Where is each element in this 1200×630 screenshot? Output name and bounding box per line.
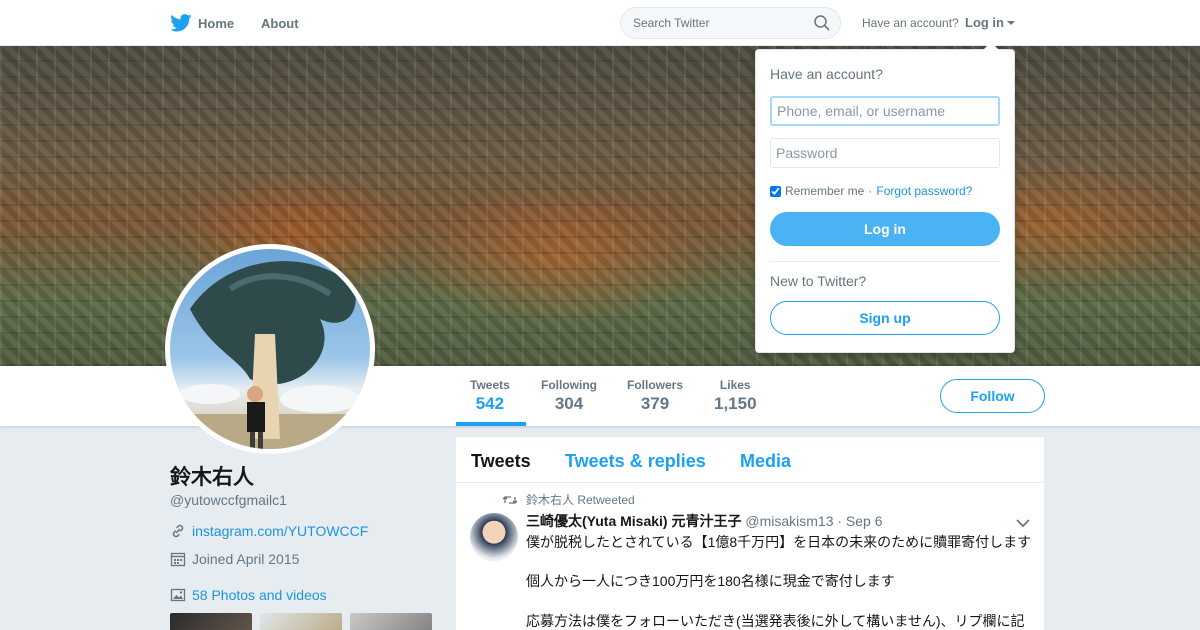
profile-joined-row: Joined April 2015 (170, 551, 299, 567)
username-input[interactable] (770, 96, 1000, 126)
remember-me-row: Remember me · Forgot password? (770, 184, 972, 198)
remember-me-label[interactable]: Remember me (785, 184, 864, 198)
media-thumbnail[interactable] (170, 613, 252, 630)
stat-label: Tweets (470, 378, 510, 392)
timeline: Tweets Tweets & replies Media 鈴木右人 Retwe… (456, 437, 1044, 630)
tweet-text-line: 応募方法は僕をフォローいただき(当選発表後に外して構いません)、リプ欄に記 (526, 613, 1025, 629)
tweet-text-line: 個人から一人につき100万円を180名様に現金で寄付します (526, 573, 895, 589)
stat-following[interactable]: Following 304 (541, 378, 597, 414)
media-thumbnail[interactable] (260, 613, 342, 630)
search-box (620, 7, 841, 39)
twitter-bird-icon (170, 14, 192, 32)
have-account-text: Have an account? (862, 16, 959, 30)
tab-tweets-replies[interactable]: Tweets & replies (565, 451, 706, 472)
password-input[interactable] (770, 138, 1000, 168)
tweet-author-avatar[interactable] (470, 513, 518, 561)
search-input[interactable] (621, 8, 811, 38)
login-dropdown: Have an account? Remember me · Forgot pa… (755, 42, 1015, 353)
stat-tweets[interactable]: Tweets 542 (470, 378, 510, 414)
nav-home-label: Home (198, 15, 235, 31)
retweet-context: 鈴木右人 Retweeted (502, 491, 635, 508)
link-icon (172, 524, 184, 538)
login-dropdown-toggle[interactable]: Log in (965, 15, 1015, 30)
stat-likes[interactable]: Likes 1,150 (714, 378, 757, 414)
profile-website-row: instagram.com/YUTOWCCF (170, 523, 368, 539)
stat-value: 304 (554, 394, 584, 413)
chevron-down-icon[interactable] (1016, 515, 1030, 533)
separator-dot: · (868, 184, 873, 198)
stat-value: 542 (475, 394, 505, 413)
retweet-context-text[interactable]: 鈴木右人 Retweeted (526, 491, 635, 508)
timeline-tabs: Tweets Tweets & replies Media (456, 437, 1044, 483)
stat-label: Followers (627, 378, 684, 392)
tweet-author-handle[interactable]: @misakism13 (745, 513, 833, 529)
signup-button[interactable]: Sign up (770, 301, 1000, 335)
active-stat-indicator (456, 422, 526, 426)
media-thumbnail[interactable] (350, 613, 432, 630)
stat-value: 379 (640, 394, 670, 413)
login-link-label: Log in (965, 15, 1004, 30)
tab-media[interactable]: Media (740, 451, 791, 472)
nav-home-link[interactable]: Home (170, 12, 234, 34)
login-submit-button[interactable]: Log in (770, 212, 1000, 246)
stat-value: 1,150 (714, 394, 757, 413)
caret-down-icon (1007, 20, 1015, 25)
avatar-photo (170, 261, 370, 449)
stat-followers[interactable]: Followers 379 (627, 378, 683, 414)
forgot-password-link[interactable]: Forgot password? (876, 184, 972, 198)
remember-me-checkbox[interactable] (770, 185, 781, 197)
profile-joined-date: Joined April 2015 (192, 551, 300, 567)
tweet-author-name[interactable]: 三崎優太(Yuta Misaki) 元青汁王子 (526, 513, 741, 529)
dropdown-divider (770, 261, 1000, 262)
stat-label: Likes (719, 378, 751, 392)
search-icon[interactable] (814, 15, 830, 36)
profile-website-link[interactable]: instagram.com/YUTOWCCF (192, 523, 368, 539)
profile-handle[interactable]: @yutowccfgmailc1 (170, 492, 287, 508)
top-navigation-bar: Home About Have an account? Log in (0, 0, 1200, 46)
tweet-date[interactable]: · Sep 6 (837, 513, 882, 529)
tweet-text-line: 僕が脱税したとされている【1億8千万円】を日本の未来のために贖罪寄付します (526, 534, 1032, 550)
dropdown-arrow (983, 42, 999, 50)
tab-tweets[interactable]: Tweets (471, 451, 531, 472)
profile-name[interactable]: 鈴木右人 (170, 461, 254, 491)
calendar-icon (170, 552, 186, 567)
tweet-header: 三崎優太(Yuta Misaki) 元青汁王子 @misakism13 · Se… (526, 511, 883, 531)
login-dropdown-title: Have an account? (770, 66, 883, 82)
stat-label: Following (541, 378, 597, 392)
follow-button[interactable]: Follow (940, 379, 1045, 413)
retweet-icon (502, 495, 518, 504)
media-thumbnails (170, 613, 432, 630)
photos-videos-link[interactable]: 58 Photos and videos (192, 587, 327, 603)
profile-avatar[interactable] (165, 244, 375, 454)
new-to-twitter-text: New to Twitter? (770, 273, 867, 289)
photos-videos-row: 58 Photos and videos (170, 587, 327, 603)
nav-about-link[interactable]: About (261, 12, 299, 34)
photo-icon (170, 588, 186, 602)
